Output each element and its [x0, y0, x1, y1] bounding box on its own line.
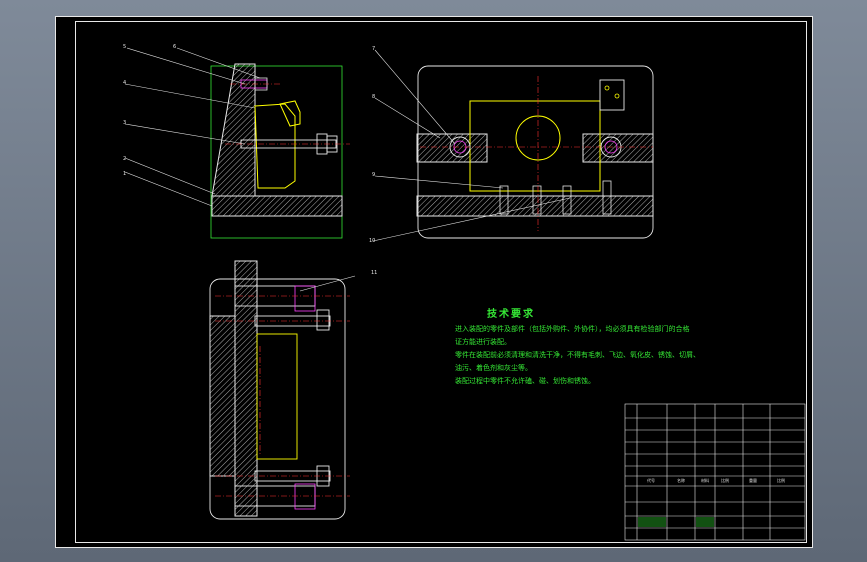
callout-number: 4 [123, 80, 127, 86]
callout-number: 10 [369, 238, 376, 244]
callout-number: 6 [173, 44, 177, 50]
callout-number: 9 [372, 172, 376, 178]
side-view [372, 49, 654, 242]
tech-requirements-title: 技术要求 [487, 309, 535, 320]
drawing-sheet: 1 2 3 4 5 6 7 8 9 10 11 技术要求 进入装配的零件及部件（包括外购件、外协件）… [55, 16, 813, 548]
workpiece-side [469, 100, 601, 192]
workpiece-front [254, 103, 296, 189]
tech-requirement-line: 进入装配的零件及部件（包括外购件、外协件），均必须具有检验部门的合格 [455, 325, 690, 333]
tech-requirement-line: 零件在装配前必须清理和清洗干净，不得有毛刺、飞边、氧化皮、锈蚀、切屑、 [455, 351, 700, 359]
base-plate [211, 195, 343, 217]
callout-number: 7 [372, 46, 376, 52]
callout-number: 1 [123, 171, 127, 177]
callout-number: 8 [372, 94, 376, 100]
title-block-label: 材料 [701, 478, 709, 483]
title-block-label: 名称 [677, 478, 685, 483]
title-block-label: 比例 [721, 478, 729, 483]
callout-number: 3 [123, 120, 127, 126]
title-block-label: 比例 [777, 478, 785, 483]
tech-requirement-line: 油污、着色剂和灰尘等。 [455, 364, 532, 372]
callout-number: 11 [371, 270, 378, 276]
tech-requirement-line: 证方能进行装配。 [455, 338, 511, 346]
callout-number: 5 [123, 44, 127, 50]
side-base-plate [416, 195, 654, 217]
title-block-label: 重量 [749, 478, 757, 483]
top-view [209, 260, 356, 520]
title-block-fills [638, 517, 714, 527]
title-block-label: 代号 [647, 478, 655, 483]
front-view [124, 47, 350, 239]
callout-number: 2 [123, 156, 127, 162]
tech-requirement-line: 装配过程中零件不允许磕、碰、划伤和锈蚀。 [455, 377, 595, 385]
cad-drawing [124, 47, 806, 541]
